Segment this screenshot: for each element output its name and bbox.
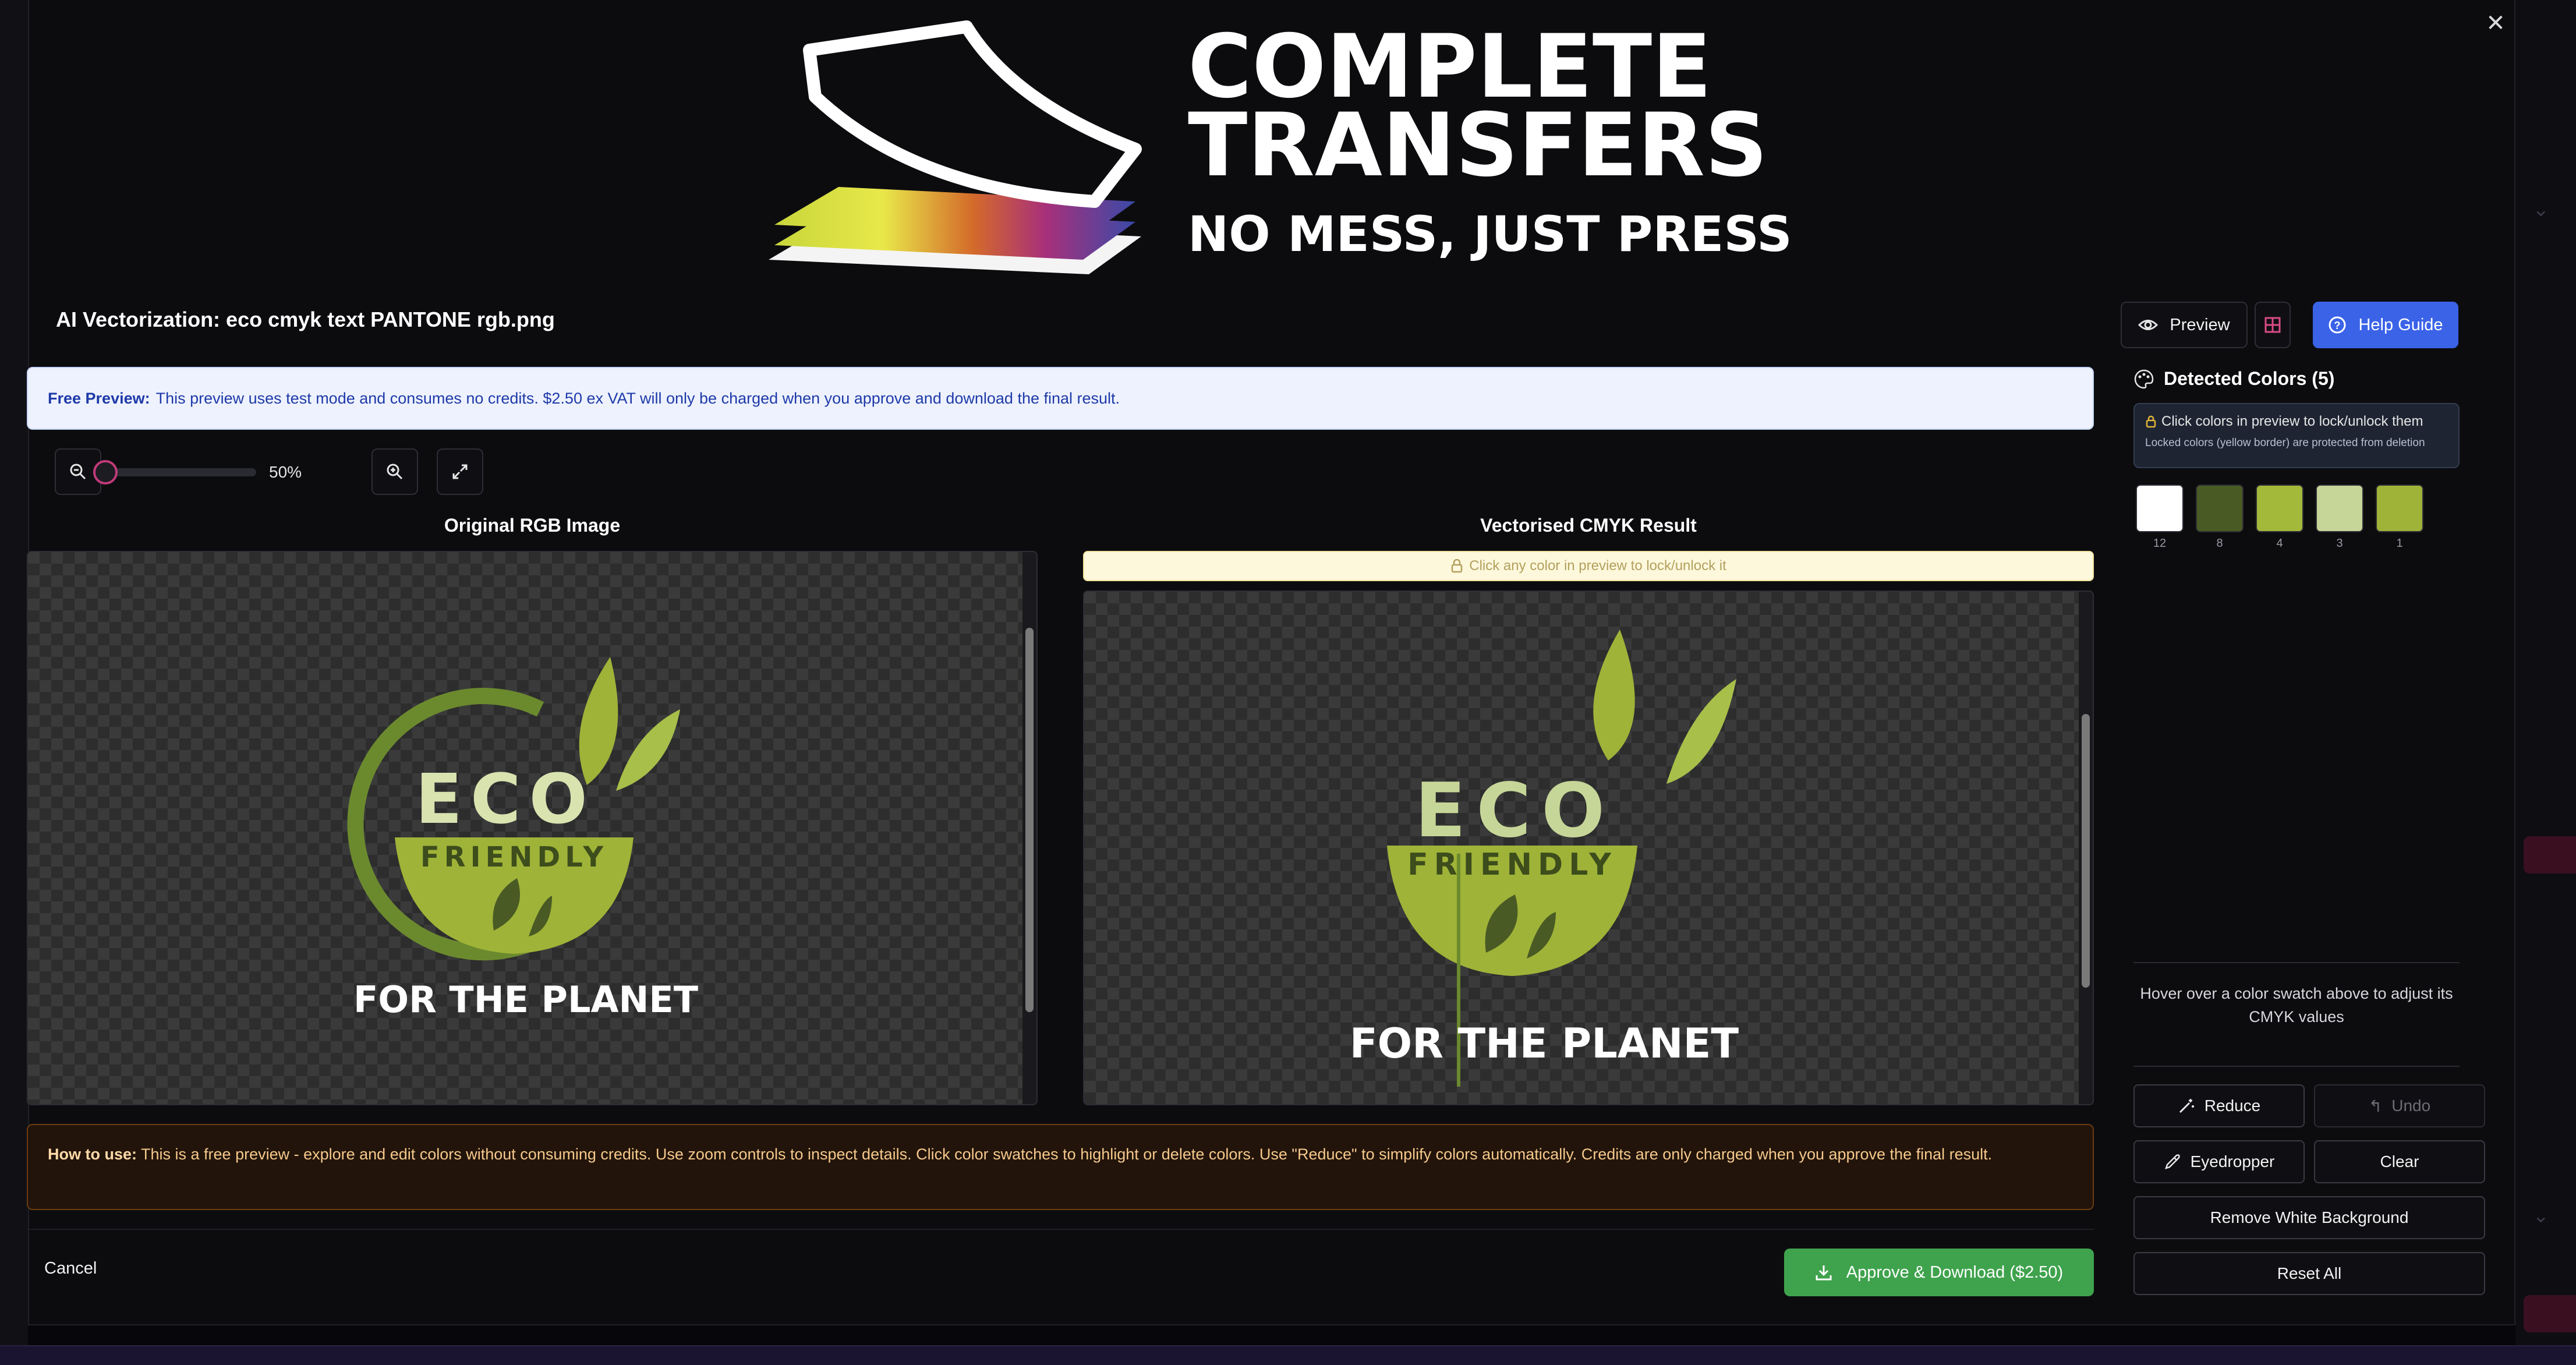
help-circle-icon: ? xyxy=(2329,316,2346,334)
color-swatch[interactable] xyxy=(2136,485,2184,532)
undo-icon: ↰ xyxy=(2368,1097,2383,1115)
zoom-out-icon xyxy=(70,464,86,480)
free-preview-banner: Free Preview: This preview uses test mod… xyxy=(27,367,2094,430)
brand-tagline: NO MESS, JUST PRESS xyxy=(1188,206,1792,263)
zoom-in-icon xyxy=(387,464,403,480)
reduce-label: Reduce xyxy=(2204,1097,2261,1115)
eye-icon xyxy=(2138,320,2159,330)
original-scrollbar[interactable] xyxy=(1022,552,1036,1104)
grid-icon xyxy=(2264,317,2281,333)
scrollbar-thumb[interactable] xyxy=(2082,714,2090,988)
lock-icon xyxy=(1451,559,1463,573)
eyedropper-button[interactable]: Eyedropper xyxy=(2133,1140,2305,1183)
help-guide-label: Help Guide xyxy=(2358,315,2443,334)
brand-line2: TRANSFERS xyxy=(1188,95,1768,196)
backdrop-button xyxy=(2524,836,2576,874)
original-artwork: ECO FRIENDLY FOR THE PLANET xyxy=(347,657,698,1021)
planet-text: FOR THE PLANET xyxy=(1350,1020,1739,1067)
how-to-banner: How to use: This is a free preview - exp… xyxy=(27,1124,2094,1210)
result-scrollbar[interactable] xyxy=(2079,592,2093,1104)
original-image-pane[interactable]: ECO FRIENDLY FOR THE PLANET xyxy=(27,551,1038,1105)
remove-white-background-button[interactable]: Remove White Background xyxy=(2133,1196,2485,1239)
eyedropper-icon xyxy=(2164,1154,2180,1169)
chevron-down-icon: ⌄ xyxy=(2532,1205,2550,1227)
remove-white-label: Remove White Background xyxy=(2210,1208,2409,1226)
reset-all-label: Reset All xyxy=(2277,1264,2342,1282)
backdrop-right-rail: ⌄ ⌄ xyxy=(2515,0,2576,1365)
palette-icon xyxy=(2134,369,2154,388)
svg-text:?: ? xyxy=(2334,320,2341,331)
cmyk-hover-hint: Hover over a color swatch above to adjus… xyxy=(2140,985,2453,1025)
preview-label: Preview xyxy=(2170,315,2230,334)
undo-label: Undo xyxy=(2391,1097,2431,1115)
panel-divider xyxy=(2133,962,2460,963)
detected-colors-title: Detected Colors (5) xyxy=(2133,368,2334,390)
free-preview-lead: Free Preview: xyxy=(48,389,150,407)
result-pane-title: Vectorised CMYK Result xyxy=(1480,515,1697,536)
eco-word: ECO xyxy=(415,759,596,839)
how-to-lead: How to use: xyxy=(48,1145,137,1163)
dialog-title: AI Vectorization: eco cmyk text PANTONE … xyxy=(56,307,555,331)
clear-button[interactable]: Clear xyxy=(2314,1140,2485,1183)
reset-all-button[interactable]: Reset All xyxy=(2133,1252,2485,1295)
color-swatch[interactable] xyxy=(2256,485,2303,532)
eyedropper-label: Eyedropper xyxy=(2190,1152,2275,1170)
zoom-slider-track[interactable] xyxy=(93,468,256,476)
expand-icon xyxy=(452,464,468,479)
brand-logo: COMPLETE TRANSFERS NO MESS, JUST PRESS xyxy=(769,16,1792,274)
original-pane-title: Original RGB Image xyxy=(444,515,621,536)
zoom-level-label: 50% xyxy=(269,463,302,481)
eco-word: ECO xyxy=(1415,768,1615,854)
reduce-button[interactable]: Reduce xyxy=(2133,1084,2305,1127)
approve-download-button[interactable]: Approve & Download ($2.50) xyxy=(1784,1249,2094,1296)
zoom-in-button[interactable] xyxy=(371,448,418,495)
backdrop-bottom-bar xyxy=(0,1345,2576,1365)
color-swatch[interactable] xyxy=(2316,485,2363,532)
swatch-count: 12 xyxy=(2153,537,2167,550)
leaf-icon xyxy=(1593,630,1736,784)
clear-label: Clear xyxy=(2380,1152,2419,1170)
detected-colors-label: Detected Colors (5) xyxy=(2164,368,2335,389)
approve-download-label: Approve & Download ($2.50) xyxy=(1846,1263,2064,1282)
free-preview-text: This preview uses test mode and consumes… xyxy=(155,389,1120,407)
close-icon[interactable]: ✕ xyxy=(2479,7,2512,40)
result-artwork: ECO FRIENDLY FOR THE PLANET xyxy=(1350,630,1739,1087)
backdrop-sidebar xyxy=(0,0,28,1365)
footer-divider xyxy=(27,1229,2094,1230)
lock-icon xyxy=(2146,415,2156,428)
lock-note-line1: Click colors in preview to lock/unlock t… xyxy=(2161,413,2423,429)
how-to-text: This is a free preview - explore and edi… xyxy=(141,1145,1993,1163)
help-guide-button[interactable]: ? Help Guide xyxy=(2313,302,2458,348)
friendly-word: FRIENDLY xyxy=(420,841,608,874)
color-swatch[interactable] xyxy=(2196,485,2244,532)
friendly-word: FRIENDLY xyxy=(1407,847,1617,882)
color-swatch[interactable] xyxy=(2376,485,2423,532)
fullscreen-button[interactable] xyxy=(437,448,483,495)
undo-button[interactable]: ↰ Undo xyxy=(2314,1084,2485,1127)
lock-note-line2: Locked colors (yellow border) are protec… xyxy=(2145,437,2425,449)
download-icon xyxy=(1816,1265,1832,1281)
grid-toggle-button[interactable] xyxy=(2255,302,2291,348)
lock-info-note: Click colors in preview to lock/unlock t… xyxy=(2133,403,2460,468)
zoom-slider-thumb[interactable] xyxy=(93,460,118,485)
swatch-count: 4 xyxy=(2276,537,2283,550)
preview-button[interactable]: Preview xyxy=(2121,302,2248,348)
swatch-count: 8 xyxy=(2216,537,2223,550)
scrollbar-thumb[interactable] xyxy=(1025,628,1034,1012)
chevron-down-icon: ⌄ xyxy=(2532,199,2550,221)
result-image-pane[interactable]: ECO FRIENDLY FOR THE PLANET xyxy=(1083,590,2094,1105)
cancel-button[interactable]: Cancel xyxy=(44,1259,97,1278)
magic-wand-icon xyxy=(2179,1099,2194,1113)
panel-divider xyxy=(2133,1066,2460,1067)
backdrop-button xyxy=(2524,1295,2576,1332)
swatch-count: 1 xyxy=(2396,537,2403,550)
logo-sheets-icon xyxy=(769,20,1142,274)
lock-hint-text: Click any color in preview to lock/unloc… xyxy=(1469,558,1726,574)
swatch-count: 3 xyxy=(2336,537,2343,550)
planet-text: FOR THE PLANET xyxy=(353,978,698,1021)
lock-hint-bar: Click any color in preview to lock/unloc… xyxy=(1083,551,2094,581)
